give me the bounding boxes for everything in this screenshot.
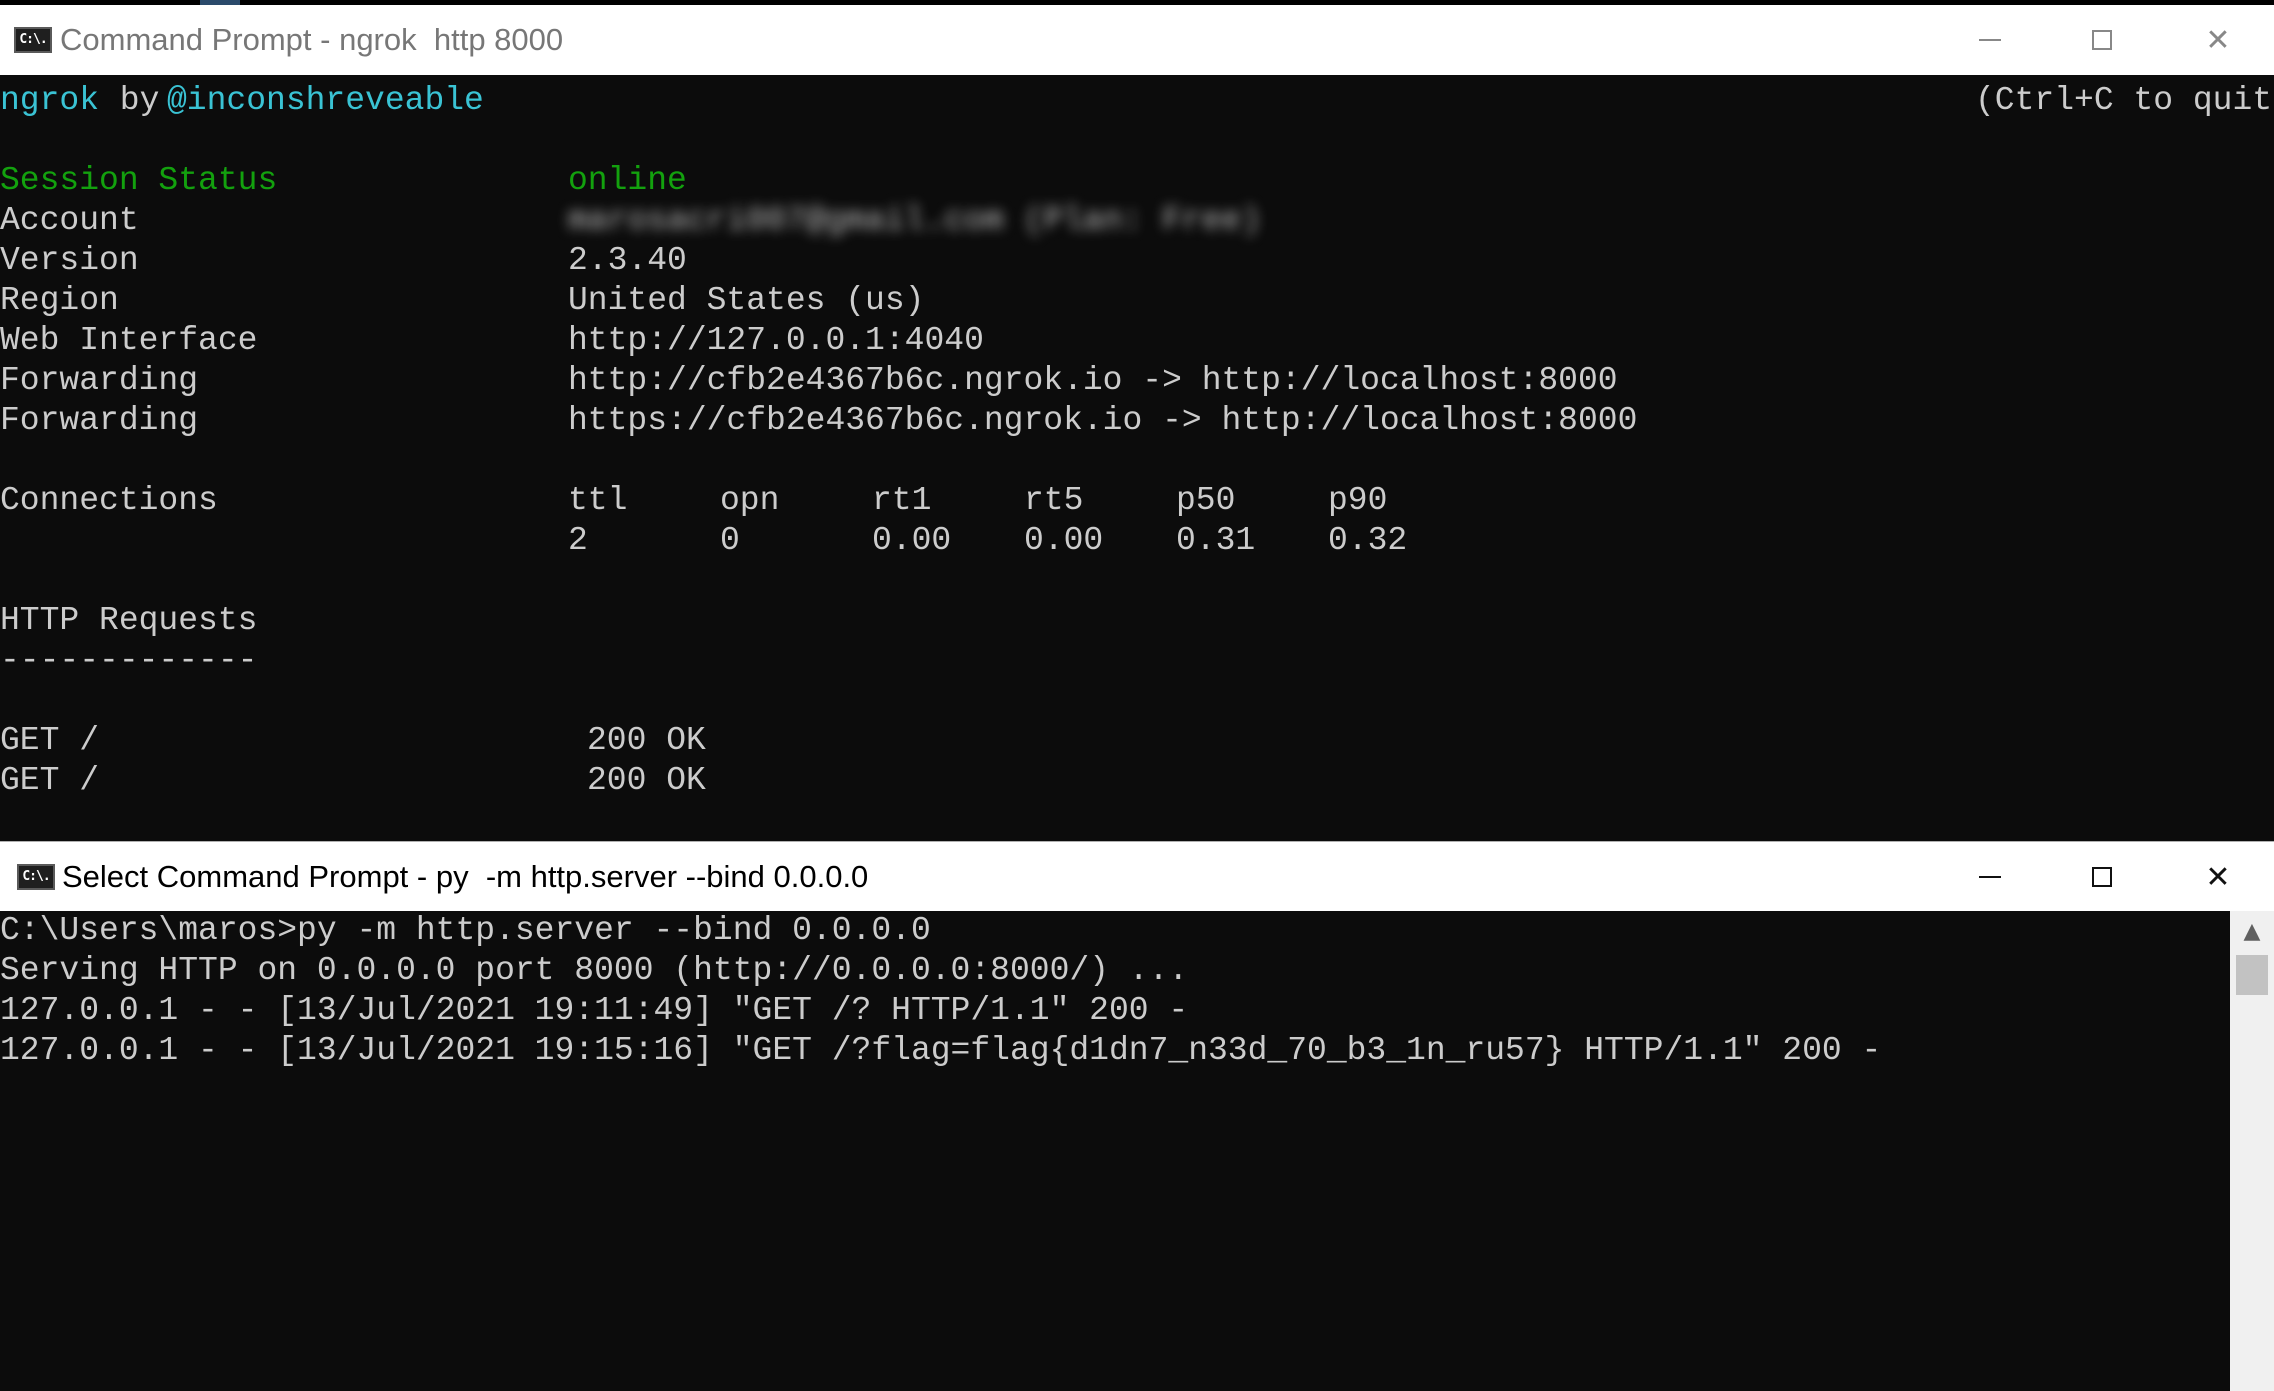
- http-requests-heading: HTTP Requests: [0, 601, 257, 641]
- request-line: GET /: [0, 722, 100, 759]
- status-row: Forwarding https://cfb2e4367b6c.ngrok.io…: [0, 401, 1637, 441]
- response-status: 200 OK: [587, 762, 706, 799]
- status-value: online: [568, 162, 687, 199]
- http-server-command-prompt-window: C:\. Select Command Prompt - py -m http.…: [0, 841, 2274, 1391]
- status-value: https://cfb2e4367b6c.ngrok.io -> http://…: [568, 402, 1638, 439]
- console-line-text: 127.0.0.1 - - [13/Jul/2021 19:11:49] "GE…: [0, 992, 1189, 1029]
- console-line-text: Serving HTTP on 0.0.0.0 port 8000 (http:…: [0, 952, 1189, 989]
- minimize-button[interactable]: [1932, 842, 2048, 912]
- connections-col-header: ttl: [568, 482, 628, 519]
- connections-value: 0.00: [872, 522, 952, 559]
- connections-col-header: opn: [720, 482, 780, 519]
- maximize-icon: [2092, 867, 2112, 887]
- status-value: http://127.0.0.1:4040: [568, 322, 984, 359]
- status-label: Session Status: [0, 162, 278, 199]
- connections-label: Connections: [0, 482, 218, 519]
- ngrok-command-prompt-window: C:\. Command Prompt - ngrok http 8000 ✕ …: [0, 5, 2274, 841]
- http-requests-underline: -------------: [0, 641, 257, 681]
- connections-col-header: rt1: [872, 482, 932, 519]
- status-row: Account marosacri007@gmail.com (Plan: Fr…: [0, 201, 1261, 241]
- terminal-output[interactable]: ngrok by @inconshreveable (Ctrl+C to qui…: [0, 75, 2274, 841]
- connections-value: 0.00: [1024, 522, 1104, 559]
- status-label: Forwarding: [0, 402, 199, 439]
- status-row: Session Status online: [0, 161, 687, 201]
- status-row: Version 2.3.40: [0, 241, 687, 281]
- connections-value: 0: [720, 522, 740, 559]
- close-button[interactable]: ✕: [2160, 842, 2274, 912]
- console-line-text: 127.0.0.1 - - [13/Jul/2021 19:15:16] "GE…: [0, 1032, 1882, 1069]
- status-value: http://cfb2e4367b6c.ngrok.io -> http://l…: [568, 362, 1618, 399]
- command-prompt-icon: C:\.: [14, 27, 52, 53]
- vertical-scrollbar[interactable]: ▲: [2230, 911, 2274, 1391]
- scroll-up-arrow-icon: ▲: [2243, 918, 2261, 944]
- minimize-icon: [1979, 39, 2001, 41]
- connections-value: 2: [568, 522, 588, 559]
- minimize-button[interactable]: [1932, 5, 2048, 75]
- underline-text: -------------: [0, 642, 258, 679]
- status-label: Account: [0, 202, 139, 239]
- command-prompt-icon: C:\.: [17, 864, 55, 890]
- status-row: Web Interface http://127.0.0.1:4040: [0, 321, 984, 361]
- ngrok-header-line: ngrok by @inconshreveable (Ctrl+C to qui…: [0, 81, 2274, 121]
- http-request-row: GET / 200 OK: [0, 761, 706, 801]
- maximize-button[interactable]: [2044, 842, 2160, 912]
- minimize-icon: [1979, 876, 2001, 878]
- connections-header-row: Connections ttl opn rt1 rt5 p50 p90: [0, 481, 1387, 521]
- request-line: GET /: [0, 762, 100, 799]
- status-label: Web Interface: [0, 322, 258, 359]
- maximize-button[interactable]: [2044, 5, 2160, 75]
- status-value: 2.3.40: [568, 242, 687, 279]
- status-label: Region: [0, 282, 119, 319]
- status-label: Version: [0, 242, 139, 279]
- http-request-row: GET / 200 OK: [0, 721, 706, 761]
- scrollbar-thumb[interactable]: [2236, 955, 2268, 995]
- window-title: Select Command Prompt - py -m http.serve…: [62, 859, 869, 894]
- status-value: United States (us): [568, 282, 925, 319]
- status-row: Forwarding http://cfb2e4367b6c.ngrok.io …: [0, 361, 1618, 401]
- connections-col-header: p50: [1176, 482, 1236, 519]
- status-row: Region United States (us): [0, 281, 924, 321]
- author-handle: @inconshreveable: [167, 82, 484, 119]
- window-titlebar[interactable]: C:\. Command Prompt - ngrok http 8000 ✕: [0, 5, 2274, 75]
- account-value-redacted: marosacri007@gmail.com (Plan: Free): [568, 202, 1262, 239]
- quit-hint: (Ctrl+C to quit): [1975, 82, 2274, 119]
- scroll-up-button[interactable]: ▲: [2230, 911, 2274, 951]
- connections-value: 0.32: [1328, 522, 1408, 559]
- close-button[interactable]: ✕: [2160, 5, 2274, 75]
- connections-col-header: p90: [1328, 482, 1388, 519]
- close-icon: ✕: [2205, 859, 2231, 895]
- connections-values-row: 2 0 0.00 0.00 0.31 0.32: [0, 521, 1407, 561]
- window-title: Command Prompt - ngrok http 8000: [60, 22, 564, 57]
- http-requests-title: HTTP Requests: [0, 602, 258, 639]
- status-label: Forwarding: [0, 362, 199, 399]
- maximize-icon: [2092, 30, 2112, 50]
- connections-value: 0.31: [1176, 522, 1256, 559]
- window-titlebar[interactable]: C:\. Select Command Prompt - py -m http.…: [0, 841, 2274, 911]
- terminal-output[interactable]: C:\Users\maros>py -m http.server --bind …: [0, 911, 2230, 1391]
- connections-col-header: rt5: [1024, 482, 1084, 519]
- response-status: 200 OK: [587, 722, 706, 759]
- console-line-text: C:\Users\maros>py -m http.server --bind …: [0, 912, 931, 949]
- close-icon: ✕: [2205, 22, 2231, 58]
- ngrok-brand: ngrok: [0, 82, 100, 119]
